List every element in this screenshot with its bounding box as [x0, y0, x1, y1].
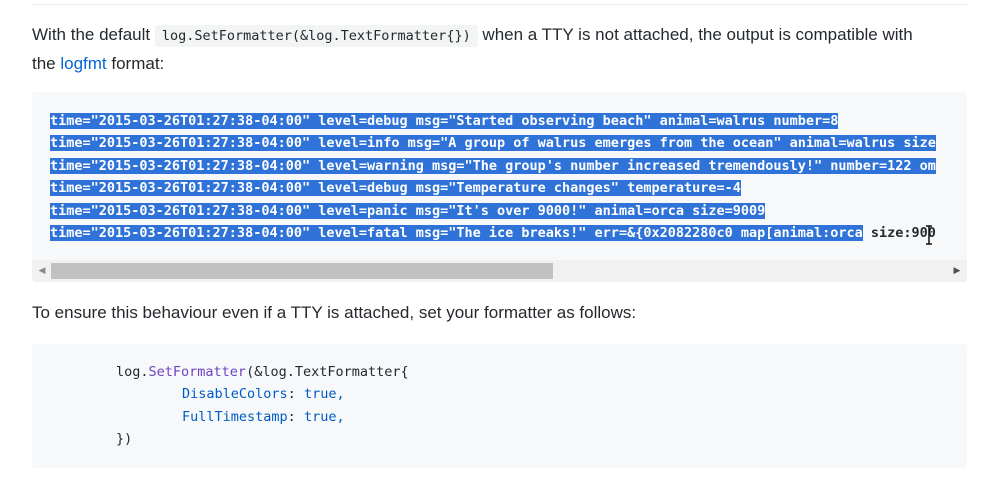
log-line: time="2015-03-26T01:27:38-04:00" level=p… [50, 200, 967, 222]
horizontal-scrollbar[interactable]: ◀ ▶ [32, 260, 967, 282]
intro-line-1: With the default log.SetFormatter(&log.T… [32, 21, 913, 50]
scroll-right-arrow-icon[interactable]: ▶ [947, 260, 967, 282]
logfmt-link[interactable]: logfmt [60, 54, 106, 73]
selected-text: time="2015-03-26T01:27:38-04:00" level=p… [50, 202, 766, 219]
code-function-name: SetFormatter [148, 364, 247, 380]
selected-text: time="2015-03-26T01:27:38-04:00" level=d… [50, 113, 839, 129]
intro-text-before: With the default [32, 25, 155, 44]
selected-text: time="2015-03-26T01:27:38-04:00" level=w… [50, 157, 936, 174]
log-output-lines[interactable]: time="2015-03-26T01:27:38-04:00" level=d… [50, 110, 967, 250]
selected-text: time="2015-03-26T01:27:38-04:00" level=f… [50, 224, 863, 241]
code-token: (&log.TextFormatter{ [246, 364, 409, 380]
code-example-block[interactable]: log.SetFormatter(&log.TextFormatter{ Dis… [32, 344, 967, 468]
intro-paragraph: With the default log.SetFormatter(&log.T… [32, 21, 913, 77]
scrollbar-thumb[interactable] [51, 263, 553, 279]
selected-text: time="2015-03-26T01:27:38-04:00" level=d… [50, 180, 741, 197]
selected-text: time="2015-03-26T01:27:38-04:00" level=i… [50, 135, 936, 152]
log-line: time="2015-03-26T01:27:38-04:00" level=f… [50, 222, 967, 244]
log-output-block[interactable]: time="2015-03-26T01:27:38-04:00" level=d… [32, 92, 967, 282]
log-line: time="2015-03-26T01:27:38-04:00" level=d… [50, 177, 967, 199]
code-literal: true, [295, 386, 345, 403]
intro-text-after: when a TTY is not attached, the output i… [477, 25, 913, 44]
intro-line2-tail: format: [106, 54, 165, 73]
code-line: FullTimestamp: true, [116, 406, 409, 428]
code-line: }) [116, 428, 409, 450]
code-token: : [287, 386, 296, 403]
code-example-lines: log.SetFormatter(&log.TextFormatter{ Dis… [116, 361, 409, 451]
log-line: time="2015-03-26T01:27:38-04:00" level=w… [50, 155, 967, 177]
code-token: log. [116, 364, 149, 380]
intro-line-2: the logfmt format: [32, 50, 913, 77]
section-divider [32, 0, 967, 5]
code-token: : [287, 408, 296, 425]
code-line: log.SetFormatter(&log.TextFormatter{ [116, 361, 409, 383]
inline-code-textformatter: log.SetFormatter(&log.TextFormatter{}) [154, 25, 478, 47]
code-literal: true, [295, 408, 345, 425]
i-beam-cursor-icon [926, 225, 932, 245]
intro-line2-text: the [32, 54, 61, 73]
log-line: time="2015-03-26T01:27:38-04:00" level=d… [50, 110, 967, 132]
code-field-name: DisableColors [182, 386, 288, 403]
scroll-left-arrow-icon[interactable]: ◀ [32, 260, 52, 282]
code-line: DisableColors: true, [116, 383, 409, 405]
code-field-name: FullTimestamp [182, 408, 288, 425]
code-token: }) [116, 431, 133, 448]
formatter-instructions: To ensure this behaviour even if a TTY i… [32, 303, 637, 322]
log-line: time="2015-03-26T01:27:38-04:00" level=i… [50, 132, 967, 154]
